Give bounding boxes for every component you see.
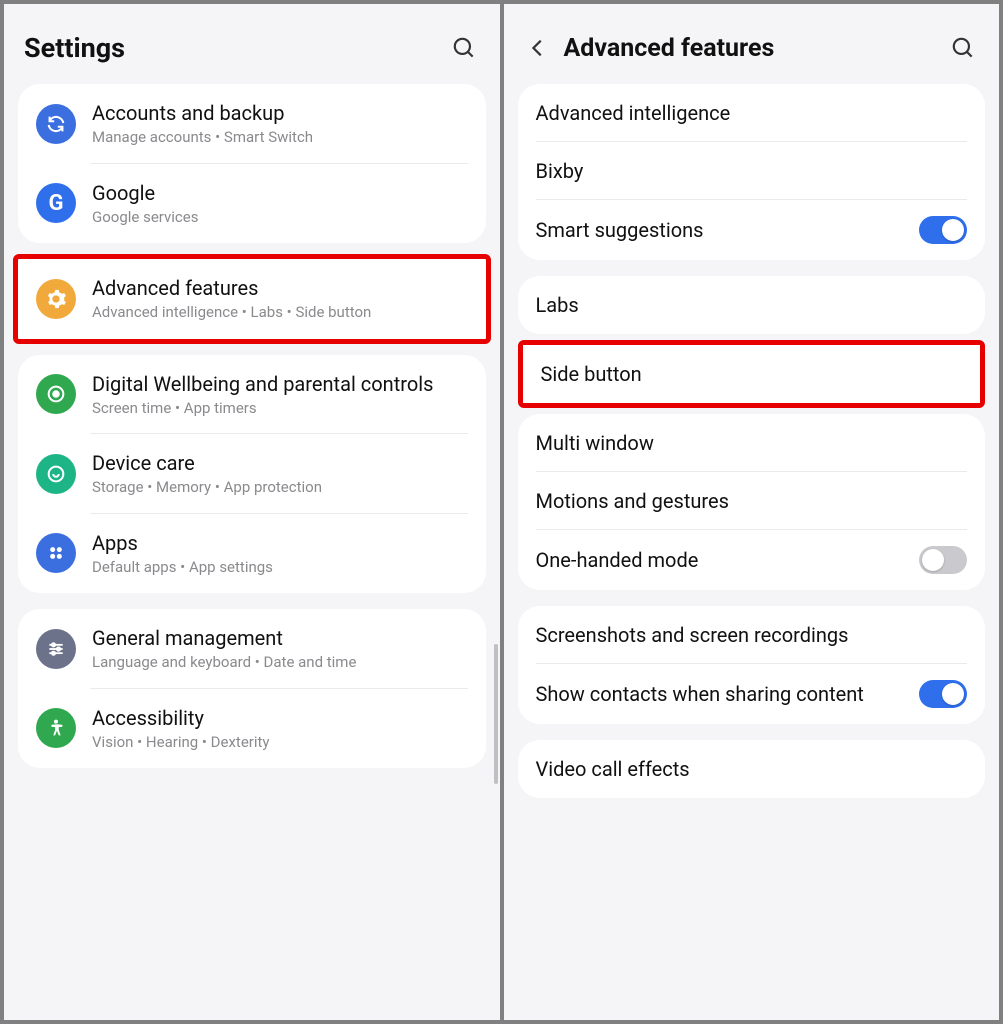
row-text: Google Google services [92,180,468,228]
advanced-features-content[interactable]: Advanced intelligence Bixby Smart sugges… [504,84,1000,1020]
row-subtitle: Google services [92,208,468,228]
chevron-left-icon [527,37,549,59]
row-subtitle: Vision • Hearing • Dexterity [92,733,468,753]
af-row-screenshots[interactable]: Screenshots and screen recordings [518,606,986,664]
af-row-labs[interactable]: Labs [518,276,986,334]
search-icon [451,35,477,61]
row-title: Multi window [536,430,654,456]
af-row-bixby[interactable]: Bixby [518,142,986,200]
af-row-one-handed-mode[interactable]: One-handed mode [518,530,986,590]
row-text: Apps Default apps • App settings [92,530,468,578]
search-button[interactable] [947,32,979,64]
af-group-highlighted: Side button [518,340,986,408]
settings-row-google[interactable]: G Google Google services [18,164,486,244]
af-row-video-call-effects[interactable]: Video call effects [518,740,986,798]
wellbeing-icon [36,374,76,414]
settings-group: Accounts and backup Manage accounts • Sm… [18,84,486,243]
row-title: Video call effects [536,756,690,782]
af-group: Video call effects [518,740,986,798]
sync-icon [36,104,76,144]
row-text: Accessibility Vision • Hearing • Dexteri… [92,705,468,753]
row-title: Smart suggestions [536,217,904,243]
row-title: Labs [536,292,579,318]
search-icon [950,35,976,61]
advanced-features-screen: Advanced features Advanced intelligence … [504,4,1000,1020]
row-text: Digital Wellbeing and parental controls … [92,371,468,419]
row-subtitle: Advanced intelligence • Labs • Side butt… [92,303,468,323]
accessibility-icon [36,708,76,748]
row-title: Device care [92,450,468,476]
one-handed-mode-toggle[interactable] [919,546,967,574]
settings-row-wellbeing[interactable]: Digital Wellbeing and parental controls … [18,355,486,435]
row-subtitle: Screen time • App timers [92,399,468,419]
row-subtitle: Manage accounts • Smart Switch [92,128,468,148]
row-title: Google [92,180,468,206]
settings-row-accessibility[interactable]: Accessibility Vision • Hearing • Dexteri… [18,689,486,769]
af-row-multi-window[interactable]: Multi window [518,414,986,472]
back-button[interactable] [524,34,552,62]
af-group: Labs [518,276,986,334]
af-group: Advanced intelligence Bixby Smart sugges… [518,84,986,260]
settings-header: Settings [4,4,500,84]
show-contacts-toggle[interactable] [919,680,967,708]
row-title: Motions and gestures [536,488,729,514]
row-title: Accounts and backup [92,100,468,126]
row-title: Accessibility [92,705,468,731]
scrollbar[interactable] [494,644,498,784]
google-icon: G [36,183,76,223]
row-title: Show contacts when sharing content [536,681,904,707]
page-title: Advanced features [564,34,936,63]
row-subtitle: Language and keyboard • Date and time [92,653,468,673]
af-row-motions-gestures[interactable]: Motions and gestures [518,472,986,530]
sliders-icon [36,629,76,669]
af-row-smart-suggestions[interactable]: Smart suggestions [518,200,986,260]
row-subtitle: Storage • Memory • App protection [92,478,468,498]
settings-row-device-care[interactable]: Device care Storage • Memory • App prote… [18,434,486,514]
settings-group: General management Language and keyboard… [18,609,486,768]
af-row-advanced-intelligence[interactable]: Advanced intelligence [518,84,986,142]
row-title: Screenshots and screen recordings [536,622,849,648]
row-title: Apps [92,530,468,556]
settings-group: Digital Wellbeing and parental controls … [18,355,486,594]
settings-row-accounts-backup[interactable]: Accounts and backup Manage accounts • Sm… [18,84,486,164]
row-title: Advanced intelligence [536,100,731,126]
af-row-side-button[interactable]: Side button [523,345,981,403]
settings-screen: Settings Accounts and backup Manage acco… [4,4,500,1020]
row-title: Digital Wellbeing and parental controls [92,371,468,397]
settings-group-highlighted: Advanced features Advanced intelligence … [13,254,491,344]
row-text: Accounts and backup Manage accounts • Sm… [92,100,468,148]
device-care-icon [36,454,76,494]
row-title: One-handed mode [536,547,904,573]
af-group: Screenshots and screen recordings Show c… [518,606,986,724]
advanced-features-header: Advanced features [504,4,1000,84]
row-subtitle: Default apps • App settings [92,558,468,578]
settings-row-general-management[interactable]: General management Language and keyboard… [18,609,486,689]
apps-icon [36,533,76,573]
settings-row-apps[interactable]: Apps Default apps • App settings [18,514,486,594]
row-title: Advanced features [92,275,468,301]
search-button[interactable] [448,32,480,64]
row-text: Device care Storage • Memory • App prote… [92,450,468,498]
af-row-show-contacts[interactable]: Show contacts when sharing content [518,664,986,724]
row-title: Bixby [536,158,584,184]
page-title: Settings [24,32,436,64]
row-title: Side button [541,361,642,387]
row-title: General management [92,625,468,651]
row-text: Advanced features Advanced intelligence … [92,275,468,323]
settings-row-advanced-features[interactable]: Advanced features Advanced intelligence … [18,259,486,339]
row-text: General management Language and keyboard… [92,625,468,673]
af-group: Multi window Motions and gestures One-ha… [518,414,986,590]
gear-icon [36,279,76,319]
smart-suggestions-toggle[interactable] [919,216,967,244]
settings-content[interactable]: Accounts and backup Manage accounts • Sm… [4,84,500,1020]
